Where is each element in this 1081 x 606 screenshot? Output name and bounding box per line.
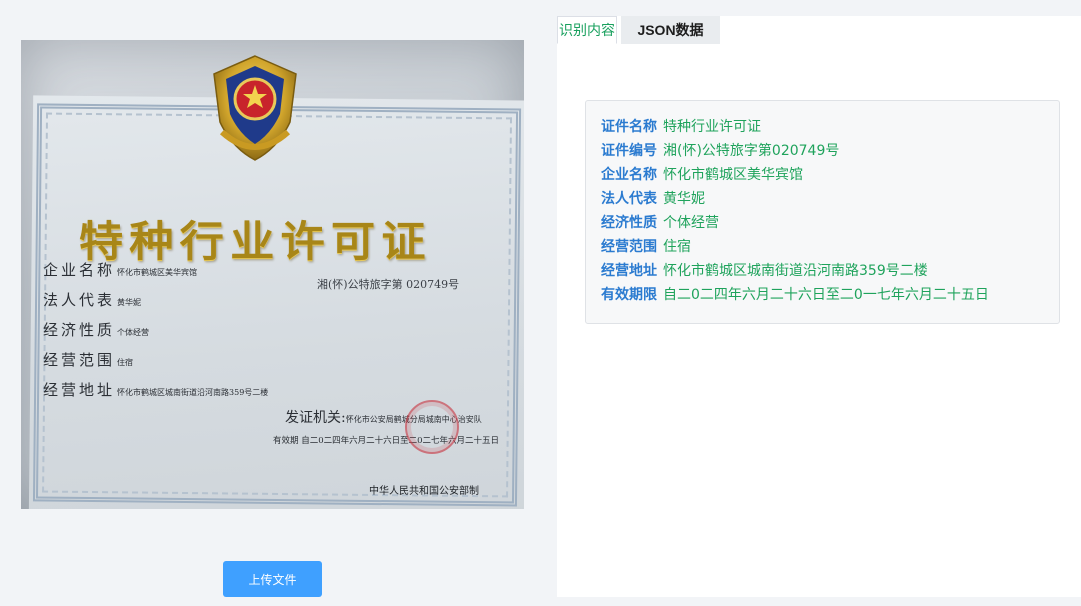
result-key: 证件名称	[601, 119, 657, 135]
certificate-row-value: 黄华妮	[117, 298, 142, 307]
certificate-row-value: 怀化市鹤城区美华宾馆	[117, 268, 198, 277]
certificate-row-key: 经营范围	[43, 351, 116, 369]
result-row: 经济性质 个体经营	[601, 211, 1059, 235]
certificate-issuer-key: 发证机关:	[285, 410, 346, 426]
result-value: 个体经营	[663, 215, 719, 231]
result-key: 经营范围	[601, 239, 657, 255]
certificate-row: 法人代表 黄华妮	[43, 289, 141, 310]
certificate-row: 经营地址 怀化市鹤城区城南街道沿河南路359号二楼	[43, 379, 268, 400]
result-value: 怀化市鹤城区城南街道沿河南路359号二楼	[663, 263, 928, 279]
result-value: 黄华妮	[663, 191, 705, 207]
result-row: 企业名称 怀化市鹤城区美华宾馆	[601, 163, 1059, 187]
certificate-number: 湘(怀)公特旅字第 020749号	[317, 278, 460, 291]
certificate-row-key: 经营地址	[43, 381, 116, 399]
certificate-row: 经济性质 个体经营	[43, 319, 149, 340]
result-row: 经营地址 怀化市鹤城区城南街道沿河南路359号二楼	[601, 259, 1059, 283]
result-row: 有效期限 自二0二四年六月二十六日至二0一七年六月二十五日	[601, 283, 1059, 307]
result-row: 经营范围 住宿	[601, 235, 1059, 259]
police-emblem-icon	[213, 55, 297, 161]
certificate-row: 企业名称 怀化市鹤城区美华宾馆	[43, 259, 197, 280]
result-value: 特种行业许可证	[663, 119, 761, 135]
certificate-row-key: 经济性质	[43, 321, 116, 339]
certificate-row-value: 住宿	[117, 358, 134, 367]
tab-recognition-content[interactable]: 识别内容	[557, 16, 617, 44]
certificate-footer: 中华人民共和国公安部制	[369, 486, 479, 497]
result-value: 自二0二四年六月二十六日至二0一七年六月二十五日	[663, 287, 989, 303]
result-row: 证件名称 特种行业许可证	[601, 115, 1059, 139]
certificate-row-key: 法人代表	[43, 291, 116, 309]
result-row: 法人代表 黄华妮	[601, 187, 1059, 211]
tab-json-data[interactable]: JSON数据	[621, 16, 720, 44]
certificate-row-key: 企业名称	[43, 261, 116, 279]
result-panel: 识别内容 JSON数据 证件名称 特种行业许可证 证件编号 湘(怀)公特旅字第020…	[557, 16, 1081, 597]
recognition-result-box: 证件名称 特种行业许可证 证件编号 湘(怀)公特旅字第020749号 企业名称 怀化市…	[585, 100, 1060, 324]
result-value: 湘(怀)公特旅字第020749号	[663, 143, 840, 159]
result-key: 经营地址	[601, 263, 657, 279]
red-seal-icon	[405, 400, 459, 454]
certificate-row: 经营范围 住宿	[43, 349, 133, 370]
certificate-image: 特种行业许可证 湘(怀)公特旅字第 020749号 企业名称 怀化市鹤城区美华宾馆…	[21, 40, 524, 509]
result-key: 有效期限	[601, 287, 657, 303]
upload-file-button[interactable]: 上传文件	[223, 561, 322, 597]
result-row: 证件编号 湘(怀)公特旅字第020749号	[601, 139, 1059, 163]
certificate-validity: 有效期 自二0二四年六月二十六日至二0二七年六月二十五日	[273, 436, 500, 446]
result-key: 经济性质	[601, 215, 657, 231]
result-value: 住宿	[663, 239, 691, 255]
result-key: 法人代表	[601, 191, 657, 207]
tab-bar: 识别内容 JSON数据	[557, 16, 720, 44]
certificate-row-value: 怀化市鹤城区城南街道沿河南路359号二楼	[117, 388, 269, 397]
result-value: 怀化市鹤城区美华宾馆	[663, 167, 803, 183]
certificate-row-value: 个体经营	[117, 328, 150, 337]
result-key: 企业名称	[601, 167, 657, 183]
result-key: 证件编号	[601, 143, 657, 159]
